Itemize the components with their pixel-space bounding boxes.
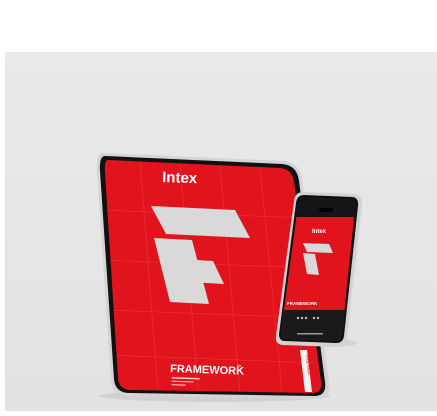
mockup-canvas: Intex FRAMEWORK ™ Design Manual Intex FR… bbox=[5, 52, 437, 411]
svg-text:™: ™ bbox=[236, 364, 241, 370]
phone-brand-logo: Intex bbox=[312, 229, 327, 235]
product-mockup-scene: Intex FRAMEWORK ™ Design Manual Intex FR… bbox=[0, 0, 437, 411]
dynamic-island bbox=[319, 208, 333, 212]
phone-product-title: FRAMEWORK bbox=[287, 301, 318, 306]
phone-home-bar bbox=[297, 333, 323, 335]
tablet-brand-logo: Intex bbox=[162, 169, 198, 187]
